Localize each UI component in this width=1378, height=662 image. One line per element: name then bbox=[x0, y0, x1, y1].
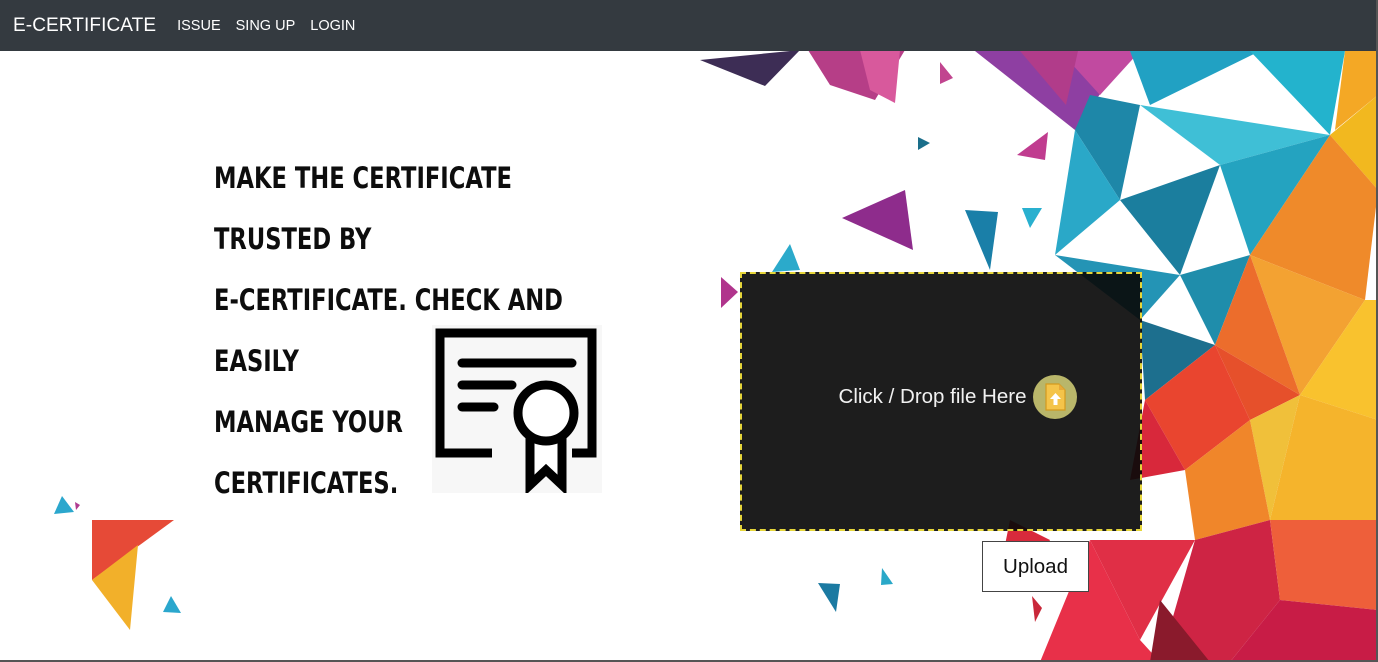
nav-link-login[interactable]: LOGIN bbox=[310, 18, 355, 34]
dropzone-label: Click / Drop file Here bbox=[838, 384, 1027, 408]
certificate-icon bbox=[432, 325, 602, 493]
lowpoly-background bbox=[54, 51, 1378, 662]
file-dropzone[interactable]: Click / Drop file Here bbox=[740, 272, 1142, 531]
nav-link-signup[interactable]: SING UP bbox=[236, 18, 296, 34]
top-navbar: E-CERTIFICATE ISSUE SING UP LOGIN bbox=[0, 0, 1378, 51]
brand-logo[interactable]: E-CERTIFICATE bbox=[13, 15, 156, 37]
upload-button[interactable]: Upload bbox=[982, 541, 1089, 592]
nav-link-issue[interactable]: ISSUE bbox=[177, 18, 221, 34]
dropzone-content: Click / Drop file Here bbox=[838, 374, 1078, 419]
hero-line: MAKE THE CERTIFICATE TRUSTED BY bbox=[214, 161, 512, 256]
file-upload-icon[interactable] bbox=[1033, 374, 1078, 419]
